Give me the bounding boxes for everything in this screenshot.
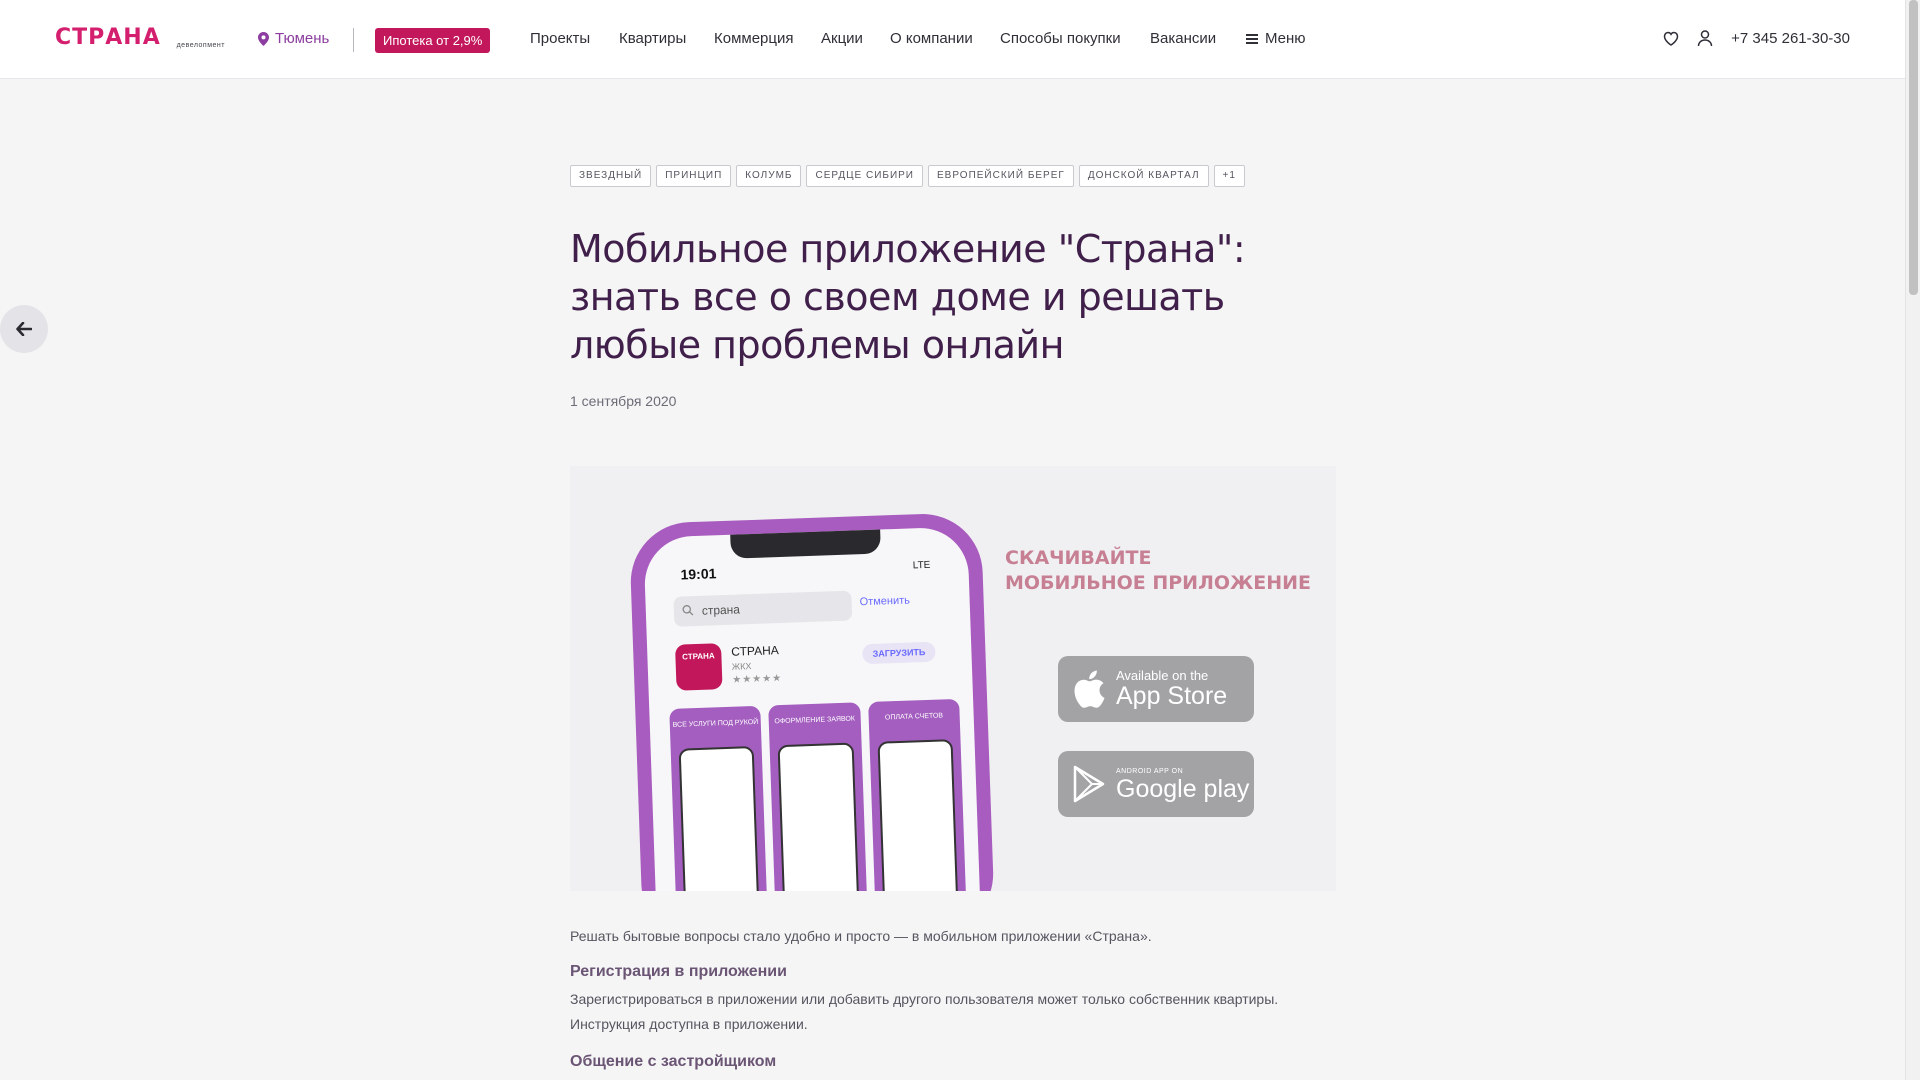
- site-header: СТРАНА девелопмент Тюмень Ипотека от 2,9…: [0, 0, 1905, 79]
- nav-item-projects[interactable]: Проекты: [530, 30, 619, 47]
- tag-serdce-sibiri[interactable]: СЕРДЦЕ СИБИРИ: [806, 165, 923, 187]
- phone-notch: [730, 529, 881, 559]
- hamburger-icon: [1246, 33, 1258, 44]
- app-screenshot: ОПЛАТА СЧЕТОВ: [867, 698, 968, 891]
- city-selector[interactable]: Тюмень: [258, 30, 329, 47]
- phone-app-listing: СТРАНА СТРАНА ЖКХ ★★★★★ ЗАГРУЗИТЬ: [675, 635, 947, 704]
- phone-search-text: страна: [701, 602, 741, 618]
- screenshot-frame: [678, 746, 761, 891]
- app-category: ЖКХ: [731, 661, 752, 672]
- article-date: 1 сентября 2020: [570, 393, 677, 409]
- app-screenshot: ОФОРМЛЕНИЕ ЗАЯВОК: [768, 702, 869, 891]
- menu-label: Меню: [1265, 30, 1306, 47]
- phone-time: 19:01: [680, 565, 717, 583]
- screenshot-frame: [777, 742, 861, 891]
- google-play-label: Google play: [1116, 774, 1250, 803]
- back-button[interactable]: [0, 305, 48, 353]
- app-screenshot: ВСЕ УСЛУГИ ПОД РУКОЙ: [669, 705, 769, 891]
- scrollbar-thumb[interactable]: [1909, 0, 1918, 295]
- mortgage-badge-button[interactable]: Ипотека от 2,9%: [375, 28, 491, 53]
- phone-cancel: Отменить: [859, 594, 911, 609]
- app-name: СТРАНА: [731, 643, 779, 659]
- section-title-registration: Регистрация в приложении: [570, 963, 787, 980]
- app-screenshots: ВСЕ УСЛУГИ ПОД РУКОЙ ОФОРМЛЕНИЕ ЗАЯВОК О…: [669, 698, 968, 891]
- tag-evropeyskiy-bereg[interactable]: ЕВРОПЕЙСКИЙ БЕРЕГ: [928, 165, 1074, 187]
- user-icon[interactable]: [1695, 28, 1715, 48]
- tag-list: ЗВЕЗДНЫЙ ПРИНЦИП КОЛУМБ СЕРДЦЕ СИБИРИ ЕВ…: [570, 165, 1336, 187]
- logo[interactable]: СТРАНА девелопмент: [55, 27, 225, 51]
- scrollbar[interactable]: [1905, 0, 1920, 1080]
- screenshot-caption: ОПЛАТА СЧЕТОВ: [884, 712, 944, 722]
- tag-zvezdny[interactable]: ЗВЕЗДНЫЙ: [570, 165, 652, 187]
- location-pin-icon: [258, 31, 269, 46]
- section-title-communication: Общение с застройщиком: [570, 1053, 777, 1070]
- google-play-text: ANDROID APP ON Google play: [1116, 767, 1249, 802]
- phone-screen: 19:01 LTE страна Отменить СТРАНА СТРАНА …: [643, 526, 982, 891]
- phone-link[interactable]: +7 345 261-30-30: [1731, 30, 1850, 47]
- app-store-text: Available on the App Store: [1116, 668, 1228, 710]
- main-nav: Проекты Квартиры Коммерция Акции О компа…: [530, 30, 1306, 47]
- promo-line-1: СКАЧИВАЙТЕ: [1005, 547, 1152, 569]
- tag-donskoy-kvartal[interactable]: ДОНСКОЙ КВАРТАЛ: [1078, 165, 1209, 187]
- screenshot-caption: ВСЕ УСЛУГИ ПОД РУКОЙ: [672, 718, 759, 729]
- google-play-badge[interactable]: ANDROID APP ON Google play: [1058, 751, 1254, 817]
- header-actions: +7 345 261-30-30: [1661, 28, 1850, 48]
- heart-icon[interactable]: [1661, 28, 1681, 48]
- nav-item-commerce[interactable]: Коммерция: [714, 30, 821, 47]
- app-store-badge[interactable]: Available on the App Store: [1058, 656, 1254, 722]
- article: ЗВЕЗДНЫЙ ПРИНЦИП КОЛУМБ СЕРДЦЕ СИБИРИ ЕВ…: [570, 165, 1336, 1071]
- tag-princip[interactable]: ПРИНЦИП: [656, 165, 732, 187]
- tag-more[interactable]: +1: [1213, 165, 1245, 187]
- app-store-label: App Store: [1116, 682, 1228, 710]
- tag-kolumb[interactable]: КОЛУМБ: [736, 165, 802, 187]
- logo-subtitle: девелопмент: [176, 42, 225, 49]
- apple-icon: [1074, 670, 1105, 708]
- city-name: Тюмень: [275, 30, 330, 47]
- screenshot-frame: [877, 739, 960, 891]
- article-title: Мобильное приложение "Страна": знать все…: [570, 227, 1246, 367]
- search-icon: [682, 605, 694, 616]
- nav-item-vacancies[interactable]: Вакансии: [1150, 30, 1246, 47]
- promo-line-2: МОБИЛЬНОЕ ПРИЛОЖЕНИЕ: [1005, 572, 1312, 594]
- phone-mockup: 19:01 LTE страна Отменить СТРАНА СТРАНА …: [628, 511, 996, 891]
- phone-search-box: страна: [673, 590, 853, 627]
- app-rating-stars: ★★★★★: [732, 673, 783, 686]
- article-lead: Решать бытовые вопросы стало удобно и пр…: [570, 928, 1152, 944]
- hero-image: 19:01 LTE страна Отменить СТРАНА СТРАНА …: [570, 466, 1336, 891]
- section-text-registration: Зарегистрироваться в приложении или доба…: [570, 991, 1279, 1032]
- header-divider: [353, 28, 354, 52]
- screenshot-caption: ОФОРМЛЕНИЕ ЗАЯВОК: [774, 715, 856, 726]
- nav-item-promotions[interactable]: Акции: [821, 30, 890, 47]
- nav-item-apartments[interactable]: Квартиры: [619, 30, 714, 47]
- app-store-small-text: Available on the: [1116, 668, 1209, 683]
- phone-status: LTE: [912, 559, 931, 572]
- menu-button[interactable]: Меню: [1246, 30, 1306, 47]
- nav-item-about[interactable]: О компании: [890, 30, 1000, 47]
- arrow-left-icon: [16, 322, 32, 336]
- promo-heading: СКАЧИВАЙТЕ МОБИЛЬНОЕ ПРИЛОЖЕНИЕ: [1005, 546, 1311, 596]
- google-play-icon: [1073, 765, 1105, 803]
- app-icon: СТРАНА: [675, 643, 723, 691]
- logo-wordmark: СТРАНА: [55, 25, 161, 50]
- nav-item-purchase-methods[interactable]: Способы покупки: [1000, 30, 1150, 47]
- app-get-button: ЗАГРУЗИТЬ: [862, 641, 936, 665]
